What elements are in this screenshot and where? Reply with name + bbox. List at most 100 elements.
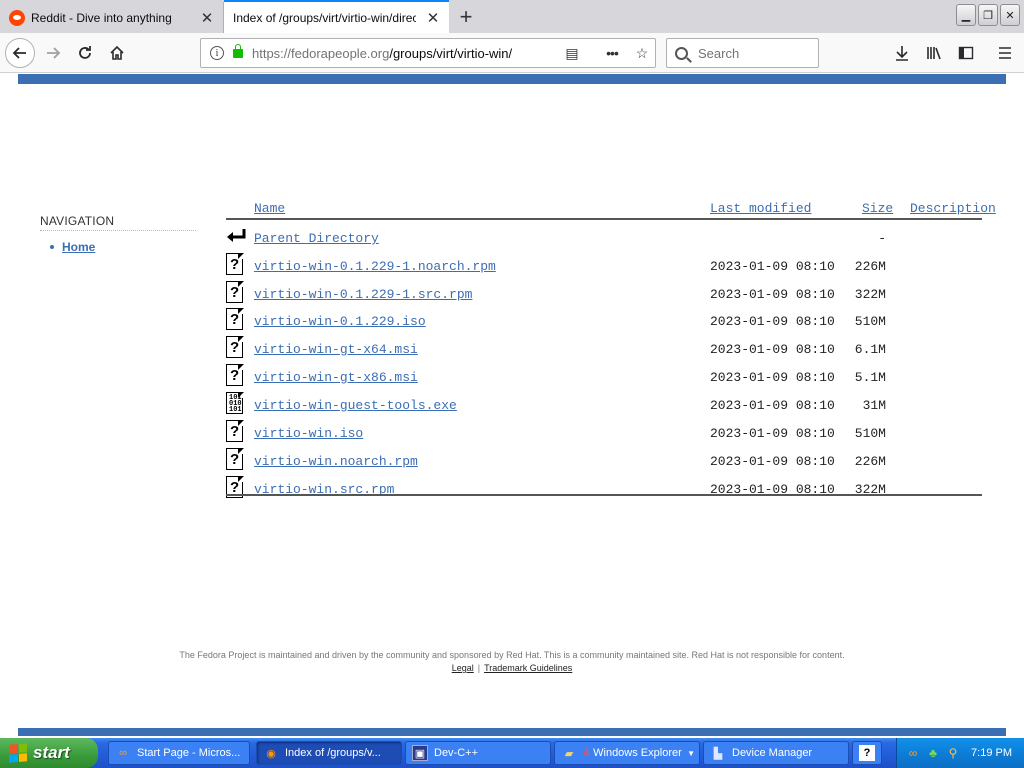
file-link[interactable]: virtio-win-0.1.229-1.noarch.rpm (254, 259, 496, 274)
clock: 7:19 PM (971, 747, 1012, 759)
unknown-file-icon: ? (226, 363, 244, 386)
file-size: 5.1M (854, 370, 886, 385)
search-input[interactable] (698, 45, 818, 61)
url-bar[interactable]: i https://fedorapeople.org/groups/virt/v… (200, 38, 656, 68)
bullet-icon (50, 245, 54, 249)
sort-by-name-link[interactable]: Name (254, 201, 285, 216)
sort-by-size-link[interactable]: Size (862, 201, 893, 216)
help-button[interactable]: ? (852, 741, 882, 765)
file-row: ? virtio-win-0.1.229.iso 2023-01-09 08:1… (226, 307, 1006, 336)
parent-directory-row: Parent Directory - (226, 225, 1006, 253)
visual-studio-icon: ∞ (119, 747, 127, 759)
file-link[interactable]: virtio-win.noarch.rpm (254, 454, 418, 469)
unknown-file-icon: ? (226, 280, 244, 303)
sidebar-icon (958, 46, 974, 60)
taskbar-item-label: Start Page - Micros... (137, 747, 241, 759)
back-folder-icon (227, 229, 246, 242)
devcpp-icon: ▣ (412, 745, 428, 761)
downloads-button[interactable] (890, 41, 914, 65)
binary-file-icon: 101 010 101 (226, 391, 244, 414)
help-icon: ? (859, 745, 875, 761)
unknown-file-icon: ? (226, 419, 244, 442)
file-link[interactable]: virtio-win-0.1.229.iso (254, 314, 426, 329)
parent-directory-link[interactable]: Parent Directory (254, 231, 379, 246)
library-button[interactable] (922, 41, 946, 65)
taskbar-item-label: Index of /groups/v... (285, 747, 381, 759)
search-icon (675, 46, 688, 60)
legal-link[interactable]: Legal (452, 663, 474, 673)
tab-title: Reddit - Dive into anything (31, 10, 172, 25)
file-size: 510M (854, 426, 886, 441)
taskbar-item-start-page[interactable]: ∞ Start Page - Micros... (108, 741, 250, 765)
taskbar-item-firefox[interactable]: ◉ Index of /groups/v... (256, 741, 402, 765)
system-tray: ∞ ♣ ⚲ 7:19 PM (896, 738, 1024, 768)
tab-index-of[interactable]: Index of /groups/virt/virtio-win/direct-… (224, 0, 449, 34)
taskbar: start ∞ Start Page - Micros... ◉ Index o… (0, 738, 1024, 768)
reload-button[interactable] (70, 38, 100, 68)
taskbar-item-windows-explorer[interactable]: ▰ 4 Windows Explorer ▼ (554, 741, 700, 765)
file-modified: 2023-01-09 08:10 (710, 342, 835, 357)
start-label: start (33, 743, 70, 762)
file-link[interactable]: virtio-win-0.1.229-1.src.rpm (254, 287, 472, 302)
trademark-guidelines-link[interactable]: Trademark Guidelines (484, 663, 572, 673)
file-link[interactable]: virtio-win-gt-x64.msi (254, 342, 418, 357)
home-link[interactable]: Home (62, 240, 95, 254)
file-modified: 2023-01-09 08:10 (710, 398, 835, 413)
taskbar-item-device-manager[interactable]: ▙ Device Manager (703, 741, 849, 765)
file-size: 226M (854, 454, 886, 469)
menu-button[interactable] (993, 41, 1017, 65)
group-count-badge: 4 (583, 747, 590, 759)
search-tray-icon[interactable]: ⚲ (945, 745, 961, 761)
taskbar-item-label: Windows Explorer (593, 747, 682, 759)
home-icon (110, 45, 124, 60)
close-icon[interactable]: ✕ (198, 9, 216, 27)
page-viewport: NAVIGATION Home Name Last modified Size … (0, 74, 1024, 736)
hamburger-menu-icon (999, 47, 1011, 59)
firefox-icon: ◉ (266, 747, 276, 760)
restore-button[interactable]: ❐ (978, 4, 998, 26)
close-window-button[interactable]: ✕ (1000, 4, 1020, 26)
divider (40, 230, 196, 231)
reader-view-icon[interactable]: ▤ (563, 45, 581, 62)
url-text[interactable]: https://fedorapeople.org/groups/virt/vir… (252, 46, 527, 61)
sort-by-description-link[interactable]: Description (910, 201, 996, 216)
minimize-button[interactable]: ▁ (956, 4, 976, 26)
visual-studio-tray-icon[interactable]: ∞ (905, 745, 921, 761)
info-icon[interactable]: i (210, 46, 224, 60)
search-box[interactable] (666, 38, 819, 68)
file-modified: 2023-01-09 08:10 (710, 370, 835, 385)
tab-title: Index of /groups/virt/virtio-win/direct-… (233, 11, 416, 25)
nav-item-home: Home (50, 240, 95, 254)
link-separator: | (477, 663, 481, 673)
file-link[interactable]: virtio-win-guest-tools.exe (254, 398, 457, 413)
file-row: ? virtio-win-gt-x86.msi 2023-01-09 08:10… (226, 363, 1006, 392)
tab-reddit[interactable]: Reddit - Dive into anything ✕ (0, 2, 224, 33)
network-tray-icon[interactable]: ♣ (925, 745, 941, 761)
sort-by-modified-link[interactable]: Last modified (710, 201, 811, 216)
close-icon[interactable]: ✕ (424, 9, 442, 27)
file-link[interactable]: virtio-win-gt-x86.msi (254, 370, 418, 385)
file-modified: 2023-01-09 08:10 (710, 287, 835, 302)
start-button[interactable]: start (0, 738, 98, 768)
taskbar-item-label: Dev-C++ (434, 747, 479, 759)
file-row: 101 010 101 virtio-win-guest-tools.exe 202… (226, 391, 1006, 420)
bookmark-star-icon[interactable]: ☆ (633, 45, 651, 62)
forward-button[interactable] (38, 38, 68, 68)
forward-arrow-icon (47, 47, 61, 59)
sidebar-button[interactable] (954, 41, 978, 65)
folder-icon: ▰ (564, 747, 574, 760)
header-band (18, 74, 1006, 84)
lock-icon[interactable] (233, 43, 243, 58)
taskbar-item-devcpp[interactable]: ▣ Dev-C++ (405, 741, 551, 765)
new-tab-button[interactable]: + (453, 4, 479, 30)
file-link[interactable]: virtio-win.iso (254, 426, 363, 441)
file-size: 510M (854, 314, 886, 329)
back-button[interactable] (5, 38, 35, 68)
unknown-file-icon: ? (226, 252, 244, 275)
taskbar-item-label: Device Manager (732, 747, 813, 759)
file-modified: 2023-01-09 08:10 (710, 426, 835, 441)
listing-header: Name Last modified Size Description (226, 198, 1006, 218)
back-arrow-icon (12, 47, 26, 59)
page-actions-icon[interactable]: ••• (603, 45, 621, 61)
home-button[interactable] (102, 38, 132, 68)
